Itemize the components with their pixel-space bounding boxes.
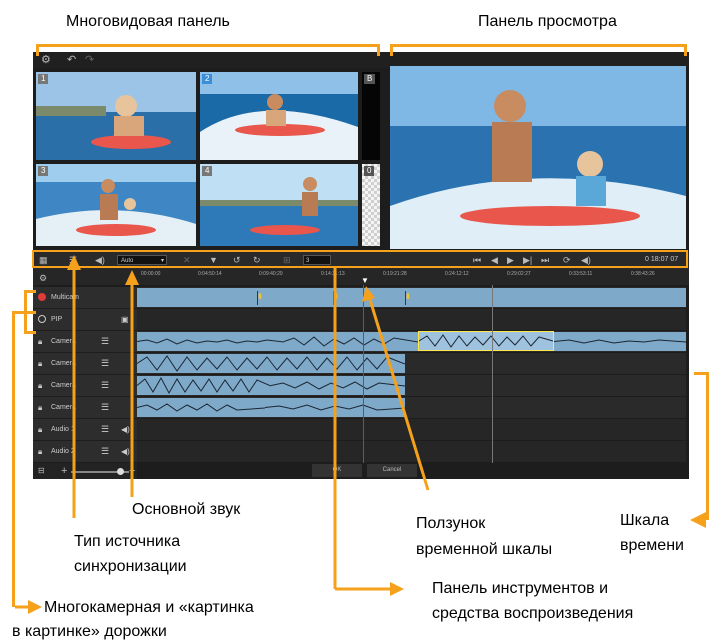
arrow-head (362, 286, 375, 302)
callout-main-audio: Основной звук (132, 501, 241, 518)
callout-toolbar-2: средства воспроизведения (432, 605, 634, 622)
arrow-head (390, 582, 404, 596)
callout-timeline-slider-1: Ползунок (416, 515, 486, 532)
callout-sync-source-2: синхронизации (74, 558, 187, 575)
callout-timeline-slider-2: временной шкалы (416, 541, 553, 558)
arrow-head (67, 255, 81, 270)
arrow-head (28, 600, 42, 614)
callout-timeline-1: Шкала (620, 512, 670, 529)
callout-sync-source-1: Тип источника (74, 533, 181, 550)
callout-tracks-1: Многокамерная и «картинка (44, 599, 254, 616)
callout-toolbar-1: Панель инструментов и (432, 580, 609, 597)
arrow-head (125, 270, 139, 285)
callout-multiview: Многовидовая панель (66, 13, 230, 30)
callout-tracks-2: в картинке» дорожки (12, 623, 167, 640)
callout-timeline-2: времени (620, 537, 684, 554)
arrow-head (690, 512, 706, 528)
timeline-slider-pointer (366, 292, 430, 491)
callout-preview: Панель просмотра (478, 13, 617, 30)
